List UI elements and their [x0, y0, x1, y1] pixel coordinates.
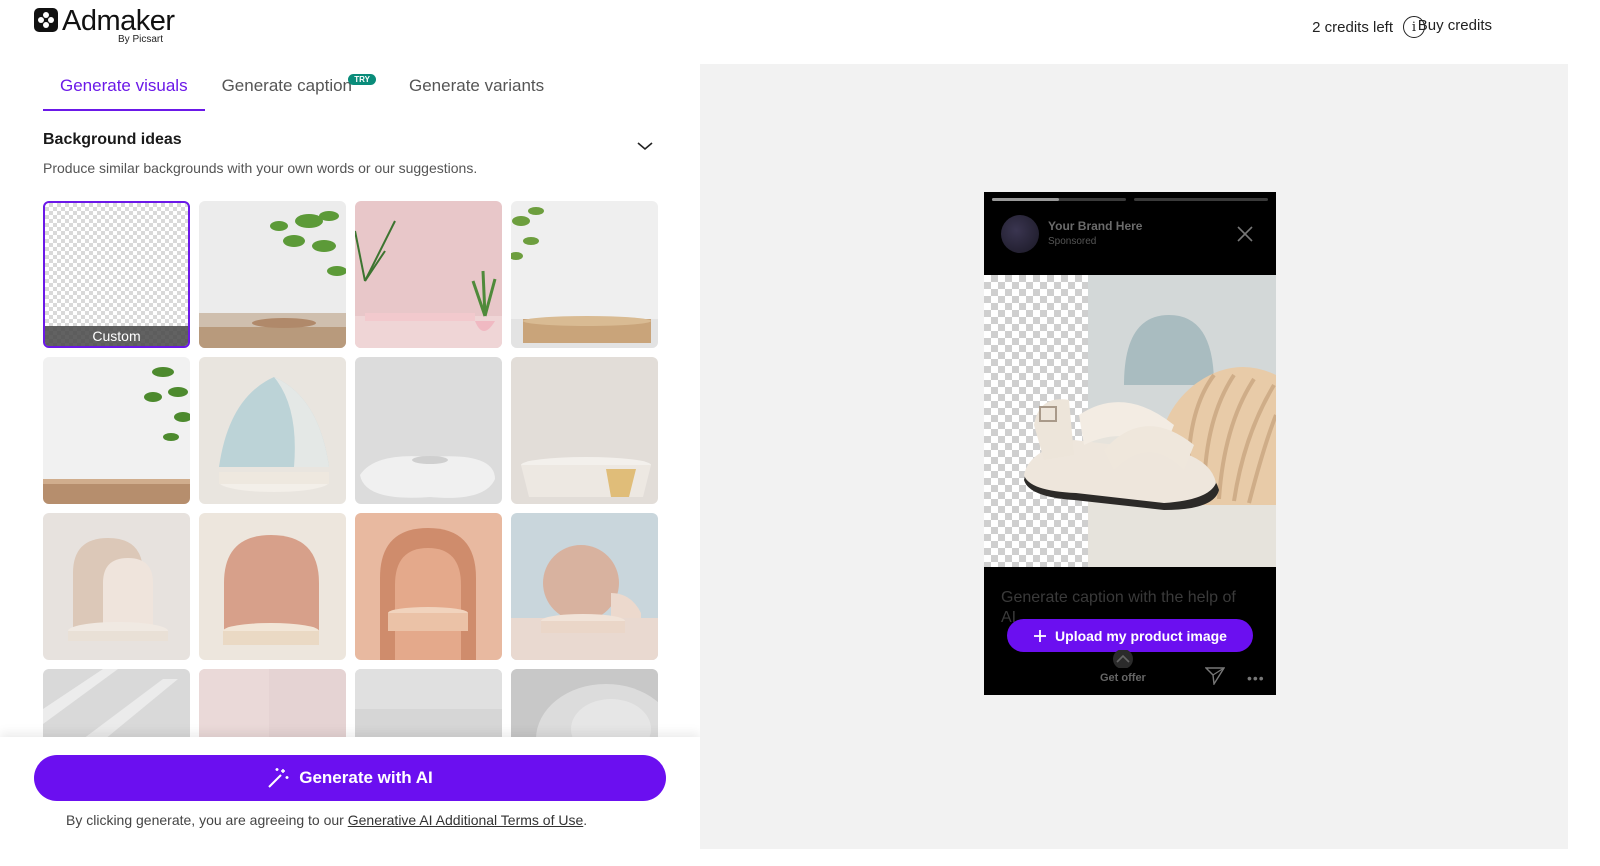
- background-tile[interactable]: [355, 357, 502, 504]
- plus-icon: [1034, 629, 1047, 642]
- chevron-up-icon: [1113, 650, 1133, 668]
- tile-image: [355, 357, 502, 504]
- tab-generate-caption[interactable]: Generate caption TRY: [205, 64, 392, 111]
- background-tile[interactable]: [43, 513, 190, 660]
- close-icon[interactable]: [1236, 225, 1254, 243]
- tile-image: [511, 513, 658, 660]
- terms-suffix: .: [583, 812, 588, 828]
- generate-with-ai-button[interactable]: Generate with AI: [34, 755, 666, 801]
- tab-label: Generate caption: [221, 76, 352, 95]
- try-badge: TRY: [348, 74, 376, 85]
- chevron-down-icon[interactable]: [636, 137, 654, 155]
- section-title: Background ideas: [43, 131, 182, 148]
- brand-name: Your Brand Here: [1048, 219, 1143, 233]
- story-preview: Your Brand Here Sponsored Generate capti…: [984, 192, 1276, 695]
- background-tile[interactable]: [355, 201, 502, 348]
- terms-prefix: By clicking generate, you are agreeing t…: [66, 812, 348, 828]
- background-tile-custom[interactable]: Custom: [43, 201, 190, 348]
- story-progress-bar: [1134, 198, 1268, 201]
- background-tile[interactable]: [43, 357, 190, 504]
- background-tile[interactable]: [511, 513, 658, 660]
- magic-wand-icon: [268, 768, 289, 788]
- tile-image: [511, 357, 658, 504]
- tab-label: Generate visuals: [60, 76, 188, 95]
- admaker-logo[interactable]: Admaker: [34, 6, 175, 36]
- story-progress-bar: [992, 198, 1126, 201]
- logo-subtitle: By Picsart: [118, 34, 164, 45]
- app-header: Admaker By Picsart 2 credits left i Buy …: [0, 0, 1600, 64]
- brand-avatar: [1001, 215, 1039, 253]
- send-icon: [1205, 667, 1225, 685]
- upload-label: Upload my product image: [1055, 627, 1227, 644]
- tile-image: [199, 513, 346, 660]
- custom-label: Custom: [45, 326, 188, 346]
- background-tile[interactable]: [511, 201, 658, 348]
- terms-text: By clicking generate, you are agreeing t…: [66, 812, 587, 828]
- tab-bar: Generate visuals Generate caption TRY Ge…: [43, 64, 561, 111]
- buy-credits-link[interactable]: Buy credits: [1418, 17, 1492, 34]
- tile-image: [355, 201, 502, 348]
- logo-mark-icon: [34, 8, 58, 32]
- tile-image: [511, 201, 658, 348]
- background-tile[interactable]: [355, 513, 502, 660]
- more-icon: •••: [1247, 670, 1265, 686]
- background-grid: Custom: [43, 201, 663, 816]
- tile-image: [199, 201, 346, 348]
- left-panel: Generate visuals Generate caption TRY Ge…: [0, 64, 700, 866]
- get-offer-label: Get offer: [1100, 672, 1146, 684]
- background-tile[interactable]: [199, 357, 346, 504]
- background-tile[interactable]: [199, 513, 346, 660]
- sandal-image: [1024, 275, 1276, 567]
- upload-product-button[interactable]: Upload my product image: [1007, 619, 1253, 652]
- credits-text: 2 credits left: [1312, 18, 1393, 36]
- product-image: [984, 275, 1276, 567]
- tile-image: [43, 357, 190, 504]
- logo-text: Admaker: [62, 5, 175, 37]
- credits-indicator: 2 credits left i: [1312, 16, 1425, 38]
- background-tile[interactable]: [511, 357, 658, 504]
- generate-bar: Generate with AI By clicking generate, y…: [0, 737, 700, 866]
- background-tile[interactable]: [199, 201, 346, 348]
- tile-image: [355, 513, 502, 660]
- tab-generate-visuals[interactable]: Generate visuals: [43, 64, 205, 111]
- tab-generate-variants[interactable]: Generate variants: [392, 64, 561, 111]
- generate-label: Generate with AI: [299, 768, 433, 787]
- sponsored-label: Sponsored: [1048, 236, 1097, 247]
- section-description: Produce similar backgrounds with your ow…: [43, 160, 478, 176]
- tab-label: Generate variants: [409, 76, 545, 95]
- preview-panel: Your Brand Here Sponsored Generate capti…: [700, 64, 1568, 849]
- story-progress-fill: [992, 198, 1059, 201]
- tile-image: [199, 357, 346, 504]
- tile-image: [43, 513, 190, 660]
- terms-link[interactable]: Generative AI Additional Terms of Use: [348, 812, 584, 828]
